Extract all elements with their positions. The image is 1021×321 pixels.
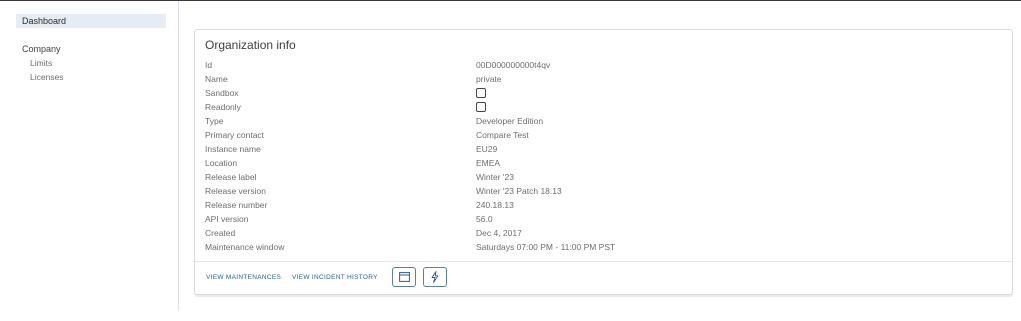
info-row-api-version: API version 56.0	[205, 212, 1005, 226]
info-label: Release number	[205, 200, 268, 210]
info-row-maintenance-window: Maintenance window Saturdays 07:00 PM - …	[205, 240, 1005, 254]
info-value: Winter '23	[476, 172, 514, 182]
sandbox-checkbox[interactable]	[476, 88, 486, 98]
info-row-primary-contact: Primary contact Compare Test	[205, 128, 1005, 142]
info-value: Developer Edition	[476, 116, 544, 126]
info-row-sandbox: Sandbox	[205, 86, 1005, 100]
info-label: Type	[205, 116, 224, 126]
sidebar-item-limits[interactable]: Limits	[30, 57, 52, 69]
info-label: Primary contact	[205, 130, 265, 140]
organization-info-card: Organization info Id 00D000000000t4qv Na…	[194, 29, 1013, 295]
info-value: Dec 4, 2017	[476, 228, 522, 238]
sidebar-item-dashboard[interactable]: Dashboard	[16, 14, 166, 28]
sidebar-item-company[interactable]: Company	[16, 43, 166, 55]
info-row-created: Created Dec 4, 2017	[205, 226, 1005, 240]
info-row-type: Type Developer Edition	[205, 114, 1005, 128]
calendar-icon	[398, 272, 410, 282]
info-label: Id	[205, 60, 213, 70]
info-row-release-label: Release label Winter '23	[205, 170, 1005, 184]
sidebar-item-licenses[interactable]: Licenses	[30, 71, 64, 83]
info-label: Release version	[205, 186, 266, 196]
card-title: Organization info	[205, 38, 296, 52]
info-label: Release label	[205, 172, 257, 182]
info-label: Created	[205, 228, 236, 238]
info-row-readonly: Readonly	[205, 100, 1005, 114]
info-value: 240.18.13	[476, 200, 514, 210]
info-label: Instance name	[205, 144, 261, 154]
info-value: Saturdays 07:00 PM - 11:00 PM PST	[476, 242, 616, 252]
lightning-bolt-icon	[431, 271, 439, 283]
readonly-checkbox[interactable]	[476, 102, 486, 112]
info-value: EU29	[476, 144, 498, 154]
info-value: 00D000000000t4qv	[476, 60, 551, 70]
view-incident-history-link[interactable]: VIEW INCIDENT HISTORY	[292, 274, 378, 281]
info-row-release-version: Release version Winter '23 Patch 18.13	[205, 184, 1005, 198]
info-label: Name	[205, 74, 228, 84]
info-row-name: Name private	[205, 72, 1005, 86]
info-label: API version	[205, 214, 249, 224]
info-label: Sandbox	[205, 88, 239, 98]
info-row-location: Location EMEA	[205, 156, 1005, 170]
info-label: Readonly	[205, 102, 241, 112]
info-row-id: Id 00D000000000t4qv	[205, 58, 1005, 72]
info-value: private	[476, 74, 502, 84]
info-label: Location	[205, 158, 238, 168]
info-row-release-number: Release number 240.18.13	[205, 198, 1005, 212]
info-label: Maintenance window	[205, 242, 285, 252]
calendar-button[interactable]	[392, 267, 416, 287]
info-value: Compare Test	[476, 130, 529, 140]
lightning-button[interactable]	[423, 267, 447, 287]
info-value: 56.0	[476, 214, 493, 224]
info-value: EMEA	[476, 158, 501, 168]
info-row-instance-name: Instance name EU29	[205, 142, 1005, 156]
card-footer-divider	[195, 261, 1012, 262]
view-maintenances-link[interactable]: VIEW MAINTENANCES	[206, 274, 281, 281]
sidebar: Dashboard Company Limits Licenses	[0, 1, 179, 310]
info-value: Winter '23 Patch 18.13	[476, 186, 562, 196]
